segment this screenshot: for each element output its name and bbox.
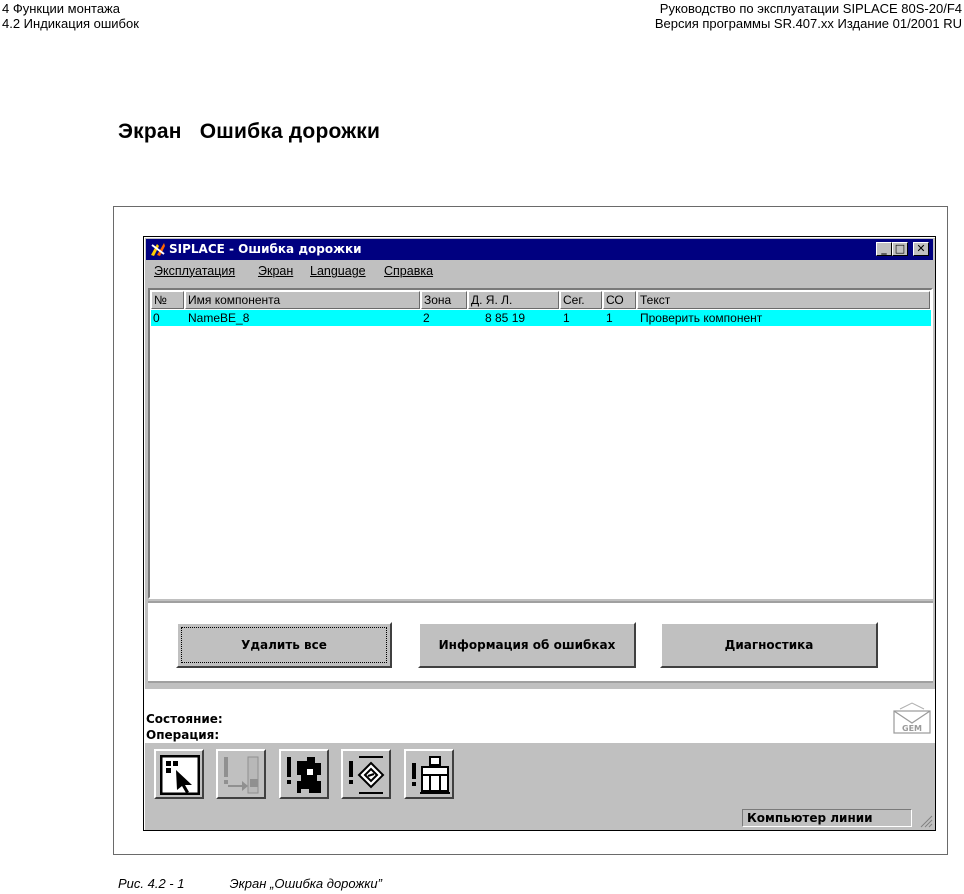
col-header-text[interactable]: Текст: [637, 291, 930, 309]
error-transfer-icon: [224, 756, 259, 794]
error-transfer-button[interactable]: [216, 749, 266, 799]
error-machine-button[interactable]: [404, 749, 454, 799]
cell-dyl: 8 85 19: [485, 311, 526, 325]
cell-zone: 2: [423, 311, 430, 325]
section-title: 4.2 Индикация ошибок: [2, 16, 139, 31]
diagnostics-button[interactable]: Диагностика: [660, 622, 878, 668]
state-label: Состояние:: [146, 712, 223, 726]
select-pointer-icon: [160, 755, 200, 795]
title-bar[interactable]: SIPLACE - Ошибка дорожки _ □ ✕: [146, 239, 933, 260]
operation-label: Операция:: [146, 728, 220, 742]
error-puzzle-button[interactable]: [279, 749, 329, 799]
col-header-segment[interactable]: Сег.: [560, 291, 602, 309]
menu-bar: Эксплуатация Экран Language Справка: [146, 261, 933, 281]
version-edition: Версия программы SR.407.xx Издание 01/20…: [654, 16, 962, 31]
error-feeder-icon: [349, 756, 385, 794]
app-window: SIPLACE - Ошибка дорожки _ □ ✕ Эксплуата…: [143, 236, 936, 831]
menu-operation[interactable]: Эксплуатация: [154, 261, 235, 281]
figure-number: Рис. 4.2 - 1: [118, 876, 185, 891]
gem-mail-icon[interactable]: GEM: [892, 701, 932, 735]
menu-screen[interactable]: Экран: [258, 261, 293, 281]
error-puzzle-icon: [287, 757, 321, 793]
status-bar: Компьютер линии: [144, 807, 935, 830]
doc-header-left: 4 Функции монтажа 4.2 Индикация ошибок: [2, 1, 139, 31]
select-pointer-button[interactable]: [154, 749, 204, 799]
siplace-logo-icon: [149, 241, 167, 258]
resize-grip-icon[interactable]: [919, 814, 933, 828]
status-area: Состояние: Операция: GEM: [144, 689, 935, 743]
col-header-co[interactable]: СО: [603, 291, 636, 309]
col-header-component-name[interactable]: Имя компонента: [185, 291, 420, 309]
error-feeder-button[interactable]: [341, 749, 391, 799]
page-title: Экран Ошибка дорожки: [118, 120, 381, 143]
action-button-panel: Удалить все Информация об ошибках Диагно…: [148, 601, 933, 683]
cell-segment: 1: [563, 311, 570, 325]
menu-language[interactable]: Language: [310, 261, 366, 281]
manual-title: Руководство по эксплуатации SIPLACE 80S-…: [659, 1, 962, 16]
maximize-button[interactable]: □: [892, 242, 908, 256]
cell-number: 0: [153, 311, 160, 325]
cell-co: 1: [606, 311, 613, 325]
menu-help[interactable]: Справка: [384, 261, 433, 281]
delete-all-button[interactable]: Удалить все: [176, 622, 392, 668]
window-title: SIPLACE - Ошибка дорожки: [169, 242, 362, 256]
chapter-title: 4 Функции монтажа: [2, 1, 120, 16]
close-button[interactable]: ✕: [913, 242, 929, 256]
table-row[interactable]: 0 NameBE_8 2 8 85 19 1 1 Проверить компо…: [151, 310, 931, 326]
error-list[interactable]: № Имя компонента Зона Д. Я. Л. Сег. СО Т…: [148, 288, 933, 599]
cell-text: Проверить компонент: [640, 311, 763, 325]
minimize-button[interactable]: _: [876, 242, 892, 256]
error-info-button[interactable]: Информация об ошибках: [418, 622, 636, 668]
doc-header-right: Руководство по эксплуатации SIPLACE 80S-…: [655, 1, 962, 31]
status-bar-field: Компьютер линии: [742, 809, 912, 827]
figure-caption: Рис. 4.2 - 1 Экран „Ошибка дорожки”: [118, 876, 382, 891]
col-header-zone[interactable]: Зона: [421, 291, 467, 309]
figure-caption-text: Экран „Ошибка дорожки”: [229, 876, 382, 891]
gem-label: GEM: [902, 724, 922, 733]
cell-component-name: NameBE_8: [188, 311, 250, 325]
error-machine-icon: [412, 756, 450, 794]
col-header-dyl[interactable]: Д. Я. Л.: [468, 291, 559, 309]
col-header-number[interactable]: №: [151, 291, 184, 309]
